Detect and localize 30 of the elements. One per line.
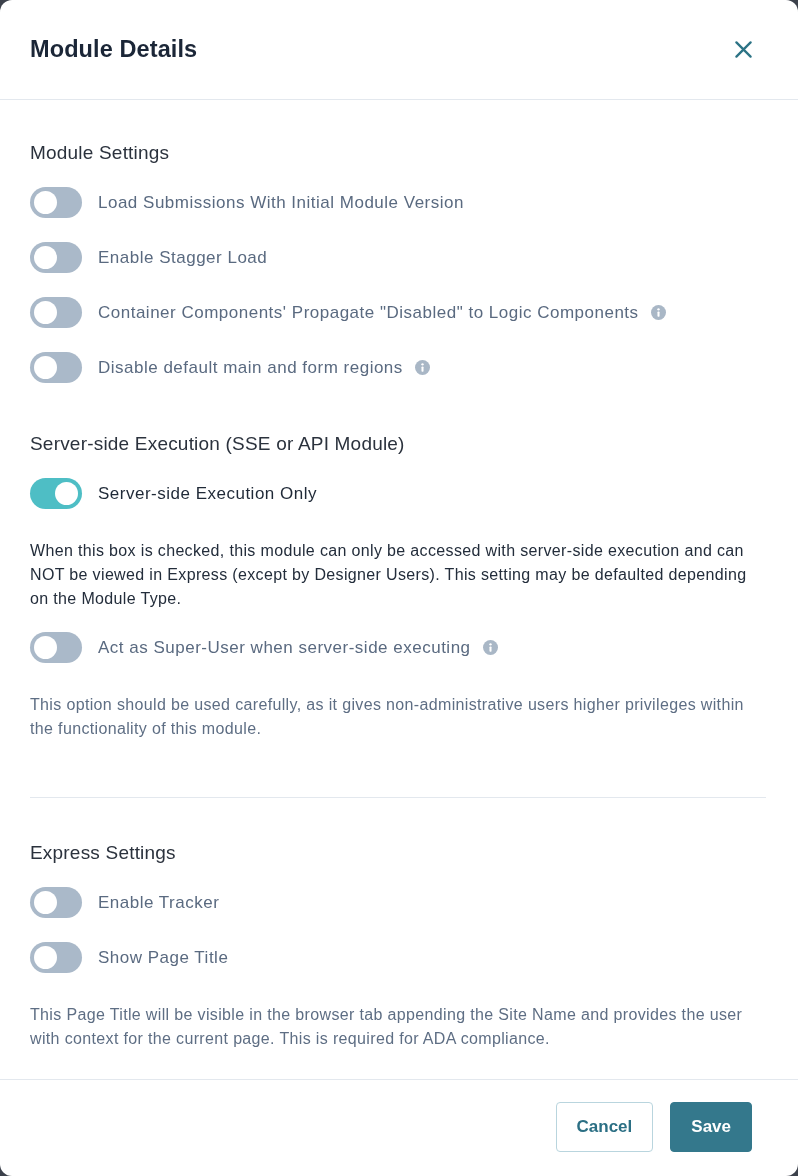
toggle-label: Act as Super-User when server-side executing bbox=[98, 636, 471, 659]
toggle-switch[interactable] bbox=[30, 352, 82, 383]
close-button[interactable] bbox=[732, 38, 755, 61]
close-icon bbox=[735, 41, 752, 58]
info-icon[interactable] bbox=[414, 360, 430, 375]
toggle-label: Load Submissions With Initial Module Version bbox=[98, 191, 464, 214]
section-heading: Server-side Execution (SSE or API Module) bbox=[30, 432, 406, 456]
toggle-label: Server-side Execution Only bbox=[98, 482, 317, 505]
toggle-label: Disable default main and form regions bbox=[98, 356, 403, 379]
section-heading: Express Settings bbox=[30, 841, 177, 865]
cancel-button[interactable]: Cancel bbox=[555, 1102, 654, 1152]
toggle-label: Show Page Title bbox=[98, 946, 229, 969]
info-icon[interactable] bbox=[482, 640, 498, 655]
toggle-label: Enable Stagger Load bbox=[98, 246, 268, 269]
save-button[interactable]: Save bbox=[670, 1102, 752, 1152]
toggle-label: Container Components' Propagate "Disabled" to Logic Components bbox=[98, 301, 639, 324]
setting-description: When this box is checked, this module can only be accessed with server-side execution and can NOT be viewed in Express (except by Designer Users). This setting may be defaulted depending on the Module Type. bbox=[30, 541, 748, 609]
setting-description: This option should be used carefully, as it gives non-administrative users higher privileges within the functionality of this module. bbox=[30, 695, 745, 739]
toggle-switch[interactable] bbox=[30, 478, 82, 509]
section-heading: Module Settings bbox=[30, 141, 171, 165]
setting-description: This Page Title will be visible in the browser tab appending the Site Name and provides the user with context for the current page. This is required for ADA compliance. bbox=[30, 1005, 744, 1049]
dialog-title: Module Details bbox=[30, 36, 198, 63]
toggle-switch[interactable] bbox=[30, 187, 82, 218]
toggle-label: Enable Tracker bbox=[98, 891, 220, 914]
toggle-switch[interactable] bbox=[30, 632, 82, 663]
info-icon[interactable] bbox=[650, 305, 666, 320]
toggle-switch[interactable] bbox=[30, 887, 82, 918]
toggle-switch[interactable] bbox=[30, 242, 82, 273]
toggle-switch[interactable] bbox=[30, 297, 82, 328]
toggle-switch[interactable] bbox=[30, 942, 82, 973]
